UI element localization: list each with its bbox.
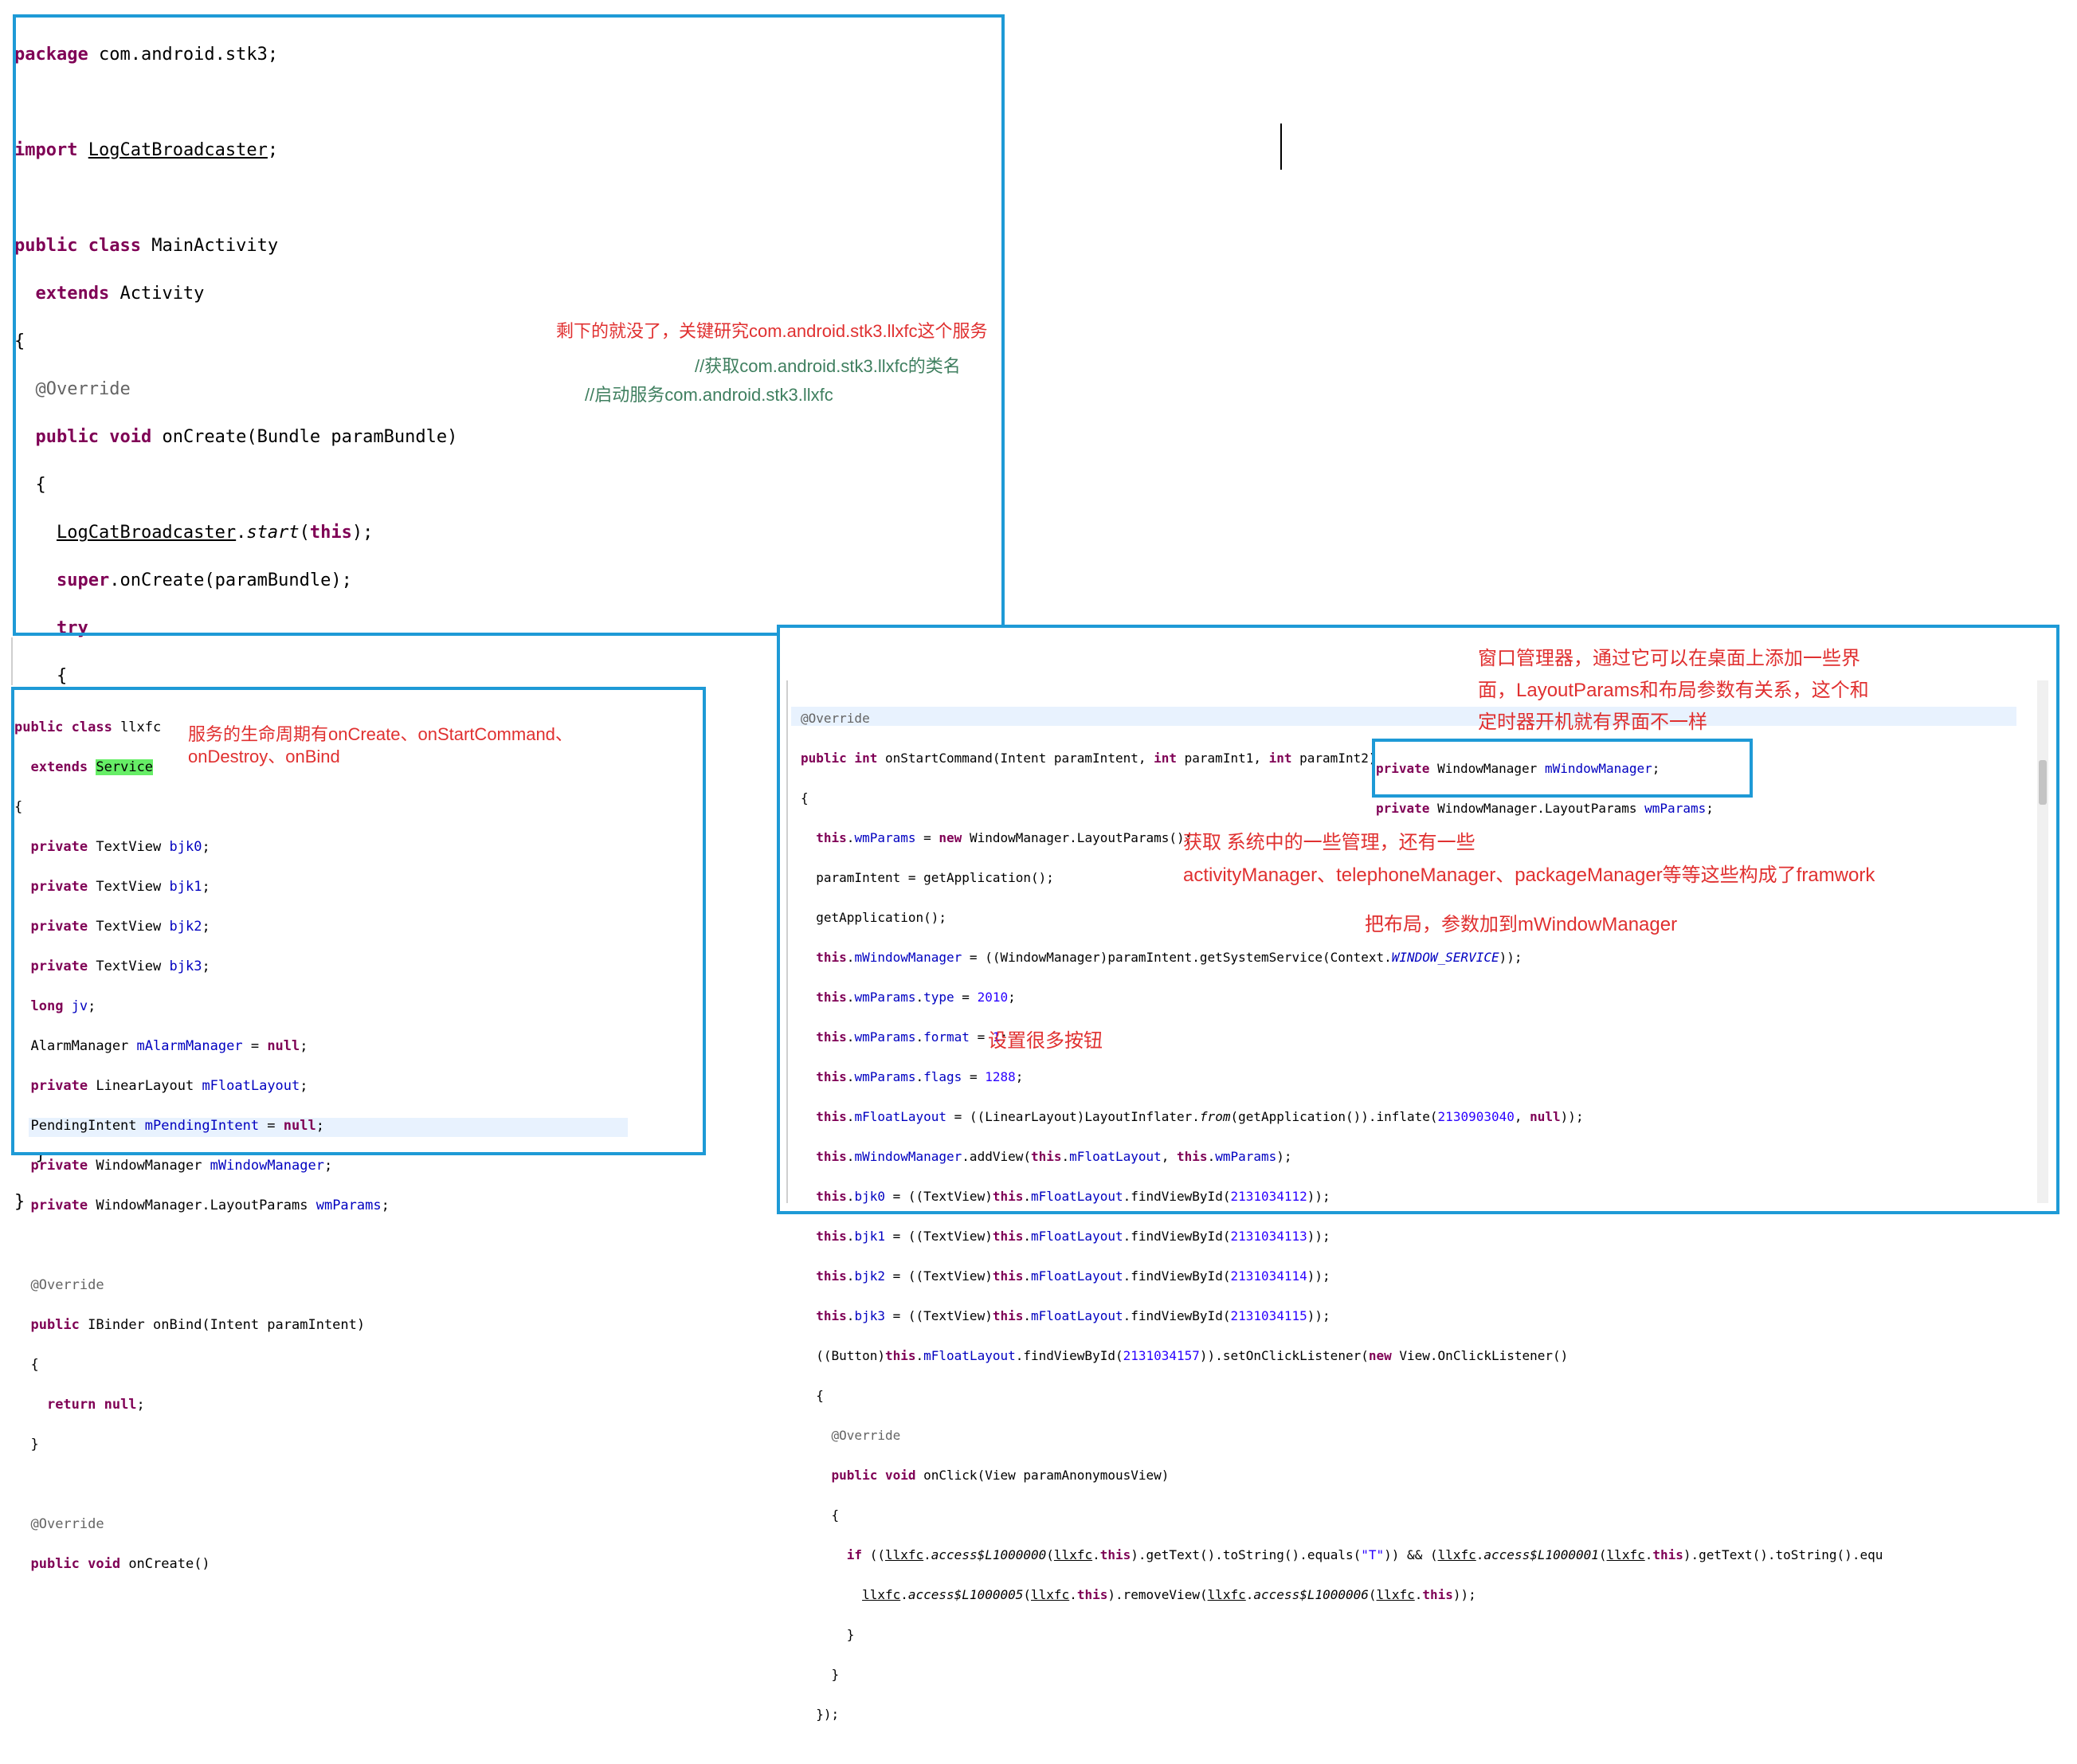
code-line: private WindowManager mWindowManager;: [1376, 761, 1660, 776]
code-line: this.mWindowManager = ((WindowManager)pa…: [816, 950, 1522, 965]
editor-ruler: [786, 680, 788, 1203]
code-line: getApplication();: [801, 910, 947, 925]
note-system-line1: 获取 系统中的一些管理，还有一些: [1183, 832, 1475, 853]
code-line: });: [801, 1707, 840, 1722]
code-line: public int onStartCommand(Intent paramIn…: [801, 751, 1377, 766]
code-line: this.wmParams.type = 2010;: [816, 990, 1016, 1005]
code-line: this.mWindowManager.addView(this.mFloatL…: [816, 1149, 1292, 1164]
code-line: LogCatBroadcaster.start(this);: [56, 523, 374, 543]
editor-ruler: [11, 637, 13, 685]
note-add-view: 把布局，参数加到mWindowManager: [1365, 914, 1678, 935]
note-system-line2: activityManager、telephoneManager、package…: [1183, 864, 1875, 886]
note-research: 剩下的就没了，关键研究com.android.stk3.llxfc这个服务: [556, 321, 988, 341]
code-line: public class MainActivity: [14, 236, 279, 256]
code-line: }: [14, 1437, 39, 1452]
scrollbar-thumb[interactable]: [2039, 760, 2047, 805]
code-line: @Override: [30, 1516, 104, 1532]
main-activity-panel: package com.android.stk3; import LogCatB…: [13, 14, 1005, 1212]
code-line: package com.android.stk3;: [14, 45, 279, 65]
code-line: {: [801, 790, 809, 806]
code-line: this.bjk3 = ((TextView)this.mFloatLayout…: [816, 1308, 1330, 1323]
code-line: @Override: [30, 1277, 104, 1293]
code-line: private TextView bjk0;: [30, 839, 210, 855]
code-line: return null;: [46, 1397, 145, 1413]
code-line: private WindowManager.LayoutParams wmPar…: [1376, 801, 1714, 816]
code-line: {: [14, 475, 46, 495]
code-line: extends Activity: [35, 284, 205, 304]
code-line: @Override: [801, 711, 870, 726]
code-line: AlarmManager mAlarmManager = null;: [14, 1038, 308, 1054]
code-line: PendingIntent mPendingIntent = null;: [14, 1118, 324, 1134]
code-line: {: [14, 666, 68, 686]
code-line: this.wmParams.format = 1;: [816, 1029, 1009, 1045]
code-line: this.bjk1 = ((TextView)this.mFloatLayout…: [816, 1229, 1330, 1244]
code-line: }: [801, 1667, 840, 1682]
code-line: private TextView bjk3;: [30, 958, 210, 974]
code-line: this.mFloatLayout = ((LinearLayout)Layou…: [816, 1109, 1584, 1124]
code-line: if ((llxfc.access$L1000000(llxfc.this).g…: [846, 1547, 1883, 1562]
code-line: public IBinder onBind(Intent paramIntent…: [30, 1317, 366, 1333]
code-line: llxfc.access$L1000005(llxfc.this).remove…: [862, 1587, 1476, 1602]
code-line: private TextView bjk2;: [30, 919, 210, 935]
code-line: {: [801, 1507, 840, 1523]
comment-start-service: //启动服务com.android.stk3.llxfc: [585, 385, 833, 405]
note-buttons: 设置很多按钮: [988, 1030, 1103, 1052]
code-line: ((Button)this.mFloatLayout.findViewById(…: [801, 1348, 1569, 1363]
note-window-manager-line1: 窗口管理器，通过它可以在桌面上添加一些界: [1478, 648, 1860, 669]
code-line: private WindowManager mWindowManager;: [30, 1158, 333, 1174]
code-line: try: [56, 618, 88, 638]
comment-classname: //获取com.android.stk3.llxfc的类名: [695, 356, 961, 376]
note-window-manager-line3: 定时器开机就有界面不一样: [1478, 711, 1707, 733]
note-window-manager-line2: 面，LayoutParams和布局参数有关系，这个和: [1478, 680, 1869, 701]
code-line: public void onCreate(Bundle paramBundle): [35, 427, 458, 447]
code-line: public void onClick(View paramAnonymousV…: [831, 1468, 1170, 1483]
note-lifecycle-line2: onDestroy、onBind: [188, 747, 340, 766]
code-line: public void onCreate(): [30, 1556, 210, 1572]
code-line: this.wmParams.flags = 1288;: [816, 1069, 1024, 1084]
code-line: import LogCatBroadcaster;: [14, 140, 279, 160]
vertical-scrollbar[interactable]: [2037, 680, 2048, 1203]
text-cursor: [1280, 123, 1282, 170]
code-line: private LinearLayout mFloatLayout;: [30, 1078, 308, 1094]
code-line: this.bjk2 = ((TextView)this.mFloatLayout…: [816, 1268, 1330, 1284]
code-line: private TextView bjk1;: [30, 879, 210, 895]
llxfc-panel: public class llxfc extends Service { pri…: [11, 687, 706, 1572]
code-line: super.onCreate(paramBundle);: [56, 570, 352, 590]
code-line: @Override: [35, 379, 131, 399]
code-line: this.bjk0 = ((TextView)this.mFloatLayout…: [816, 1189, 1330, 1204]
code-line: {: [14, 1357, 39, 1373]
on-start-command-panel: @Override public int onStartCommand(Inte…: [777, 625, 2059, 1722]
code-line: {: [14, 799, 23, 815]
llxfc-code[interactable]: public class llxfc extends Service { pri…: [14, 698, 390, 1614]
code-line: @Override: [831, 1428, 901, 1443]
code-line: }: [801, 1627, 855, 1642]
code-line: {: [801, 1388, 824, 1403]
code-line: long jv;: [30, 998, 96, 1014]
code-line: private WindowManager.LayoutParams wmPar…: [30, 1198, 390, 1213]
